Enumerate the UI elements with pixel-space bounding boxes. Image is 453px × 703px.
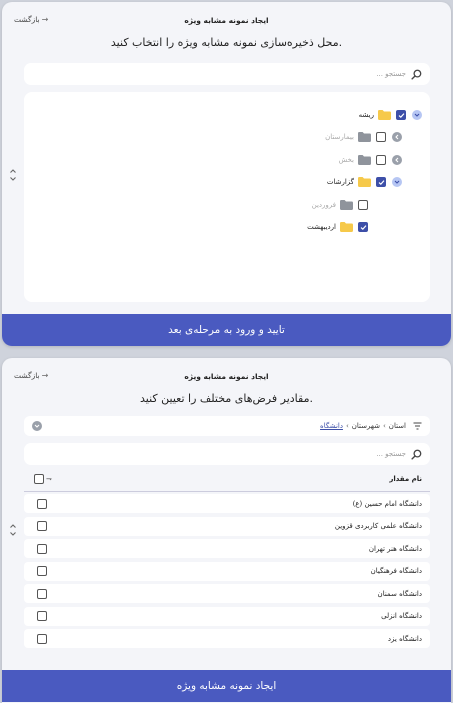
table-row[interactable]: دانشگاه انزلی [24, 606, 430, 626]
select-all-group: ⇁ [34, 474, 52, 484]
row-checkbox[interactable] [37, 588, 47, 599]
back-button[interactable]: بازگشت → [14, 15, 48, 24]
tree-node-label: بیمارستان [325, 133, 354, 141]
tree-checkbox[interactable] [376, 177, 386, 187]
folder-icon [340, 200, 353, 210]
table-row[interactable]: دانشگاه امام حسین (ع) [24, 494, 430, 513]
row-label: دانشگاه امام حسین (ع) [352, 499, 422, 508]
page-title: ایجاد نمونه مشابه ویژه [184, 16, 269, 25]
breadcrumb-item-city[interactable]: شهرستان [352, 422, 380, 430]
search-placeholder: جستجو ... [376, 70, 406, 78]
row-label: دانشگاه هنر تهران [368, 544, 422, 553]
breadcrumb: استان › شهرستان › دانشگاه [320, 422, 422, 430]
column-header-name: نام مقدار [389, 475, 422, 483]
row-checkbox[interactable] [37, 543, 47, 554]
row-checkbox[interactable] [37, 521, 47, 531]
breadcrumb-item-university[interactable]: دانشگاه [320, 422, 343, 430]
tree-node-label: اردیبهشت [307, 223, 336, 231]
tree-node-label: گزارشات [326, 178, 354, 186]
search-icon [411, 449, 422, 460]
tree-node-label: ریشه [358, 111, 374, 119]
select-all-checkbox[interactable] [34, 474, 44, 484]
filter-bar: استان › شهرستان › دانشگاه [24, 416, 430, 436]
folder-icon [358, 177, 371, 187]
table-row[interactable]: دانشگاه یزد [24, 629, 430, 648]
search-icon [411, 69, 422, 80]
table-header: ⇁ نام مقدار [24, 468, 430, 490]
create-sample-button[interactable]: ایجاد نمونه مشابه ویژه [2, 670, 451, 702]
tree-node[interactable]: بخش [339, 153, 402, 167]
back-label: بازگشت [14, 371, 40, 380]
row-checkbox[interactable] [37, 566, 47, 576]
back-label: بازگشت [14, 15, 40, 24]
panel-header: ایجاد نمونه مشابه ویژه بازگشت → [2, 370, 451, 384]
tree-node-label: فروردین [311, 201, 336, 209]
tree-node[interactable]: اردیبهشت [307, 220, 368, 234]
row-label: دانشگاه سمنان [377, 589, 422, 598]
storage-location-panel: ایجاد نمونه مشابه ویژه بازگشت → محل ذخیر… [2, 2, 451, 346]
row-label: دانشگاه علمی کاربردی قزوین [334, 522, 422, 530]
table-row[interactable]: دانشگاه علمی کاربردی قزوین [24, 516, 430, 536]
tree-node[interactable]: فروردین [312, 198, 368, 212]
tree-node[interactable]: گزارشات [327, 175, 402, 189]
back-button[interactable]: بازگشت → [14, 371, 48, 380]
page-title: ایجاد نمونه مشابه ویژه [184, 372, 269, 381]
header-divider [24, 491, 430, 492]
tree-checkbox[interactable] [396, 110, 406, 120]
up-down-arrows-icon[interactable] [9, 522, 17, 538]
panel-subtitle: مقادیر فرض‌های مختلف را تعیین کنید. [140, 392, 313, 405]
sort-icon[interactable]: ⇁ [46, 475, 52, 483]
table-row[interactable]: دانشگاه فرهنگیان [24, 561, 430, 581]
panel-header: ایجاد نمونه مشابه ویژه بازگشت → [2, 14, 451, 28]
assumption-values-panel: ایجاد نمونه مشابه ویژه بازگشت → مقادیر ف… [2, 358, 451, 703]
filter-icon[interactable] [413, 422, 422, 430]
chevron-down-icon[interactable] [32, 421, 42, 431]
chevron-left-icon[interactable] [392, 132, 402, 142]
panel-subtitle: محل ذخیره‌سازی نمونه مشابه ویژه را انتخا… [110, 36, 343, 49]
tree-node[interactable]: بیمارستان [325, 130, 402, 144]
row-label: دانشگاه انزلی [381, 612, 422, 620]
tree-node-label: بخش [338, 156, 354, 164]
table-row[interactable]: دانشگاه سمنان [24, 584, 430, 603]
folder-icon [340, 222, 353, 232]
arrow-right-icon: → [41, 371, 49, 380]
row-checkbox[interactable] [37, 611, 47, 621]
row-checkbox[interactable] [37, 633, 47, 644]
folder-tree: ریشه بیمارستان بخش گزارشات فروردین اردیب… [24, 92, 430, 302]
search-input[interactable]: جستجو ... [24, 63, 430, 85]
tree-checkbox[interactable] [376, 155, 386, 165]
breadcrumb-separator: › [345, 422, 349, 430]
tree-checkbox[interactable] [376, 132, 386, 142]
folder-icon [378, 110, 391, 120]
tree-checkbox[interactable] [358, 222, 368, 232]
chevron-down-icon[interactable] [392, 177, 402, 187]
value-list: دانشگاه امام حسین (ع) دانشگاه علمی کاربر… [24, 494, 430, 652]
confirm-next-button[interactable]: تایید و ورود به مرحله‌ی بعد [2, 314, 451, 346]
chevron-down-icon[interactable] [412, 110, 422, 120]
row-label: دانشگاه فرهنگیان [370, 567, 422, 575]
tree-checkbox[interactable] [358, 200, 368, 210]
folder-icon [358, 155, 371, 165]
tree-node[interactable]: ریشه [359, 108, 422, 122]
up-down-arrows-icon[interactable] [9, 167, 17, 183]
search-placeholder: جستجو ... [376, 450, 406, 458]
row-label: دانشگاه یزد [387, 634, 422, 643]
table-row[interactable]: دانشگاه هنر تهران [24, 539, 430, 558]
breadcrumb-separator: › [382, 422, 386, 430]
row-checkbox[interactable] [37, 498, 47, 509]
search-input[interactable]: جستجو ... [24, 443, 430, 465]
chevron-left-icon[interactable] [392, 155, 402, 165]
arrow-right-icon: → [41, 15, 49, 24]
breadcrumb-item-province[interactable]: استان [389, 422, 406, 430]
folder-icon [358, 132, 371, 142]
